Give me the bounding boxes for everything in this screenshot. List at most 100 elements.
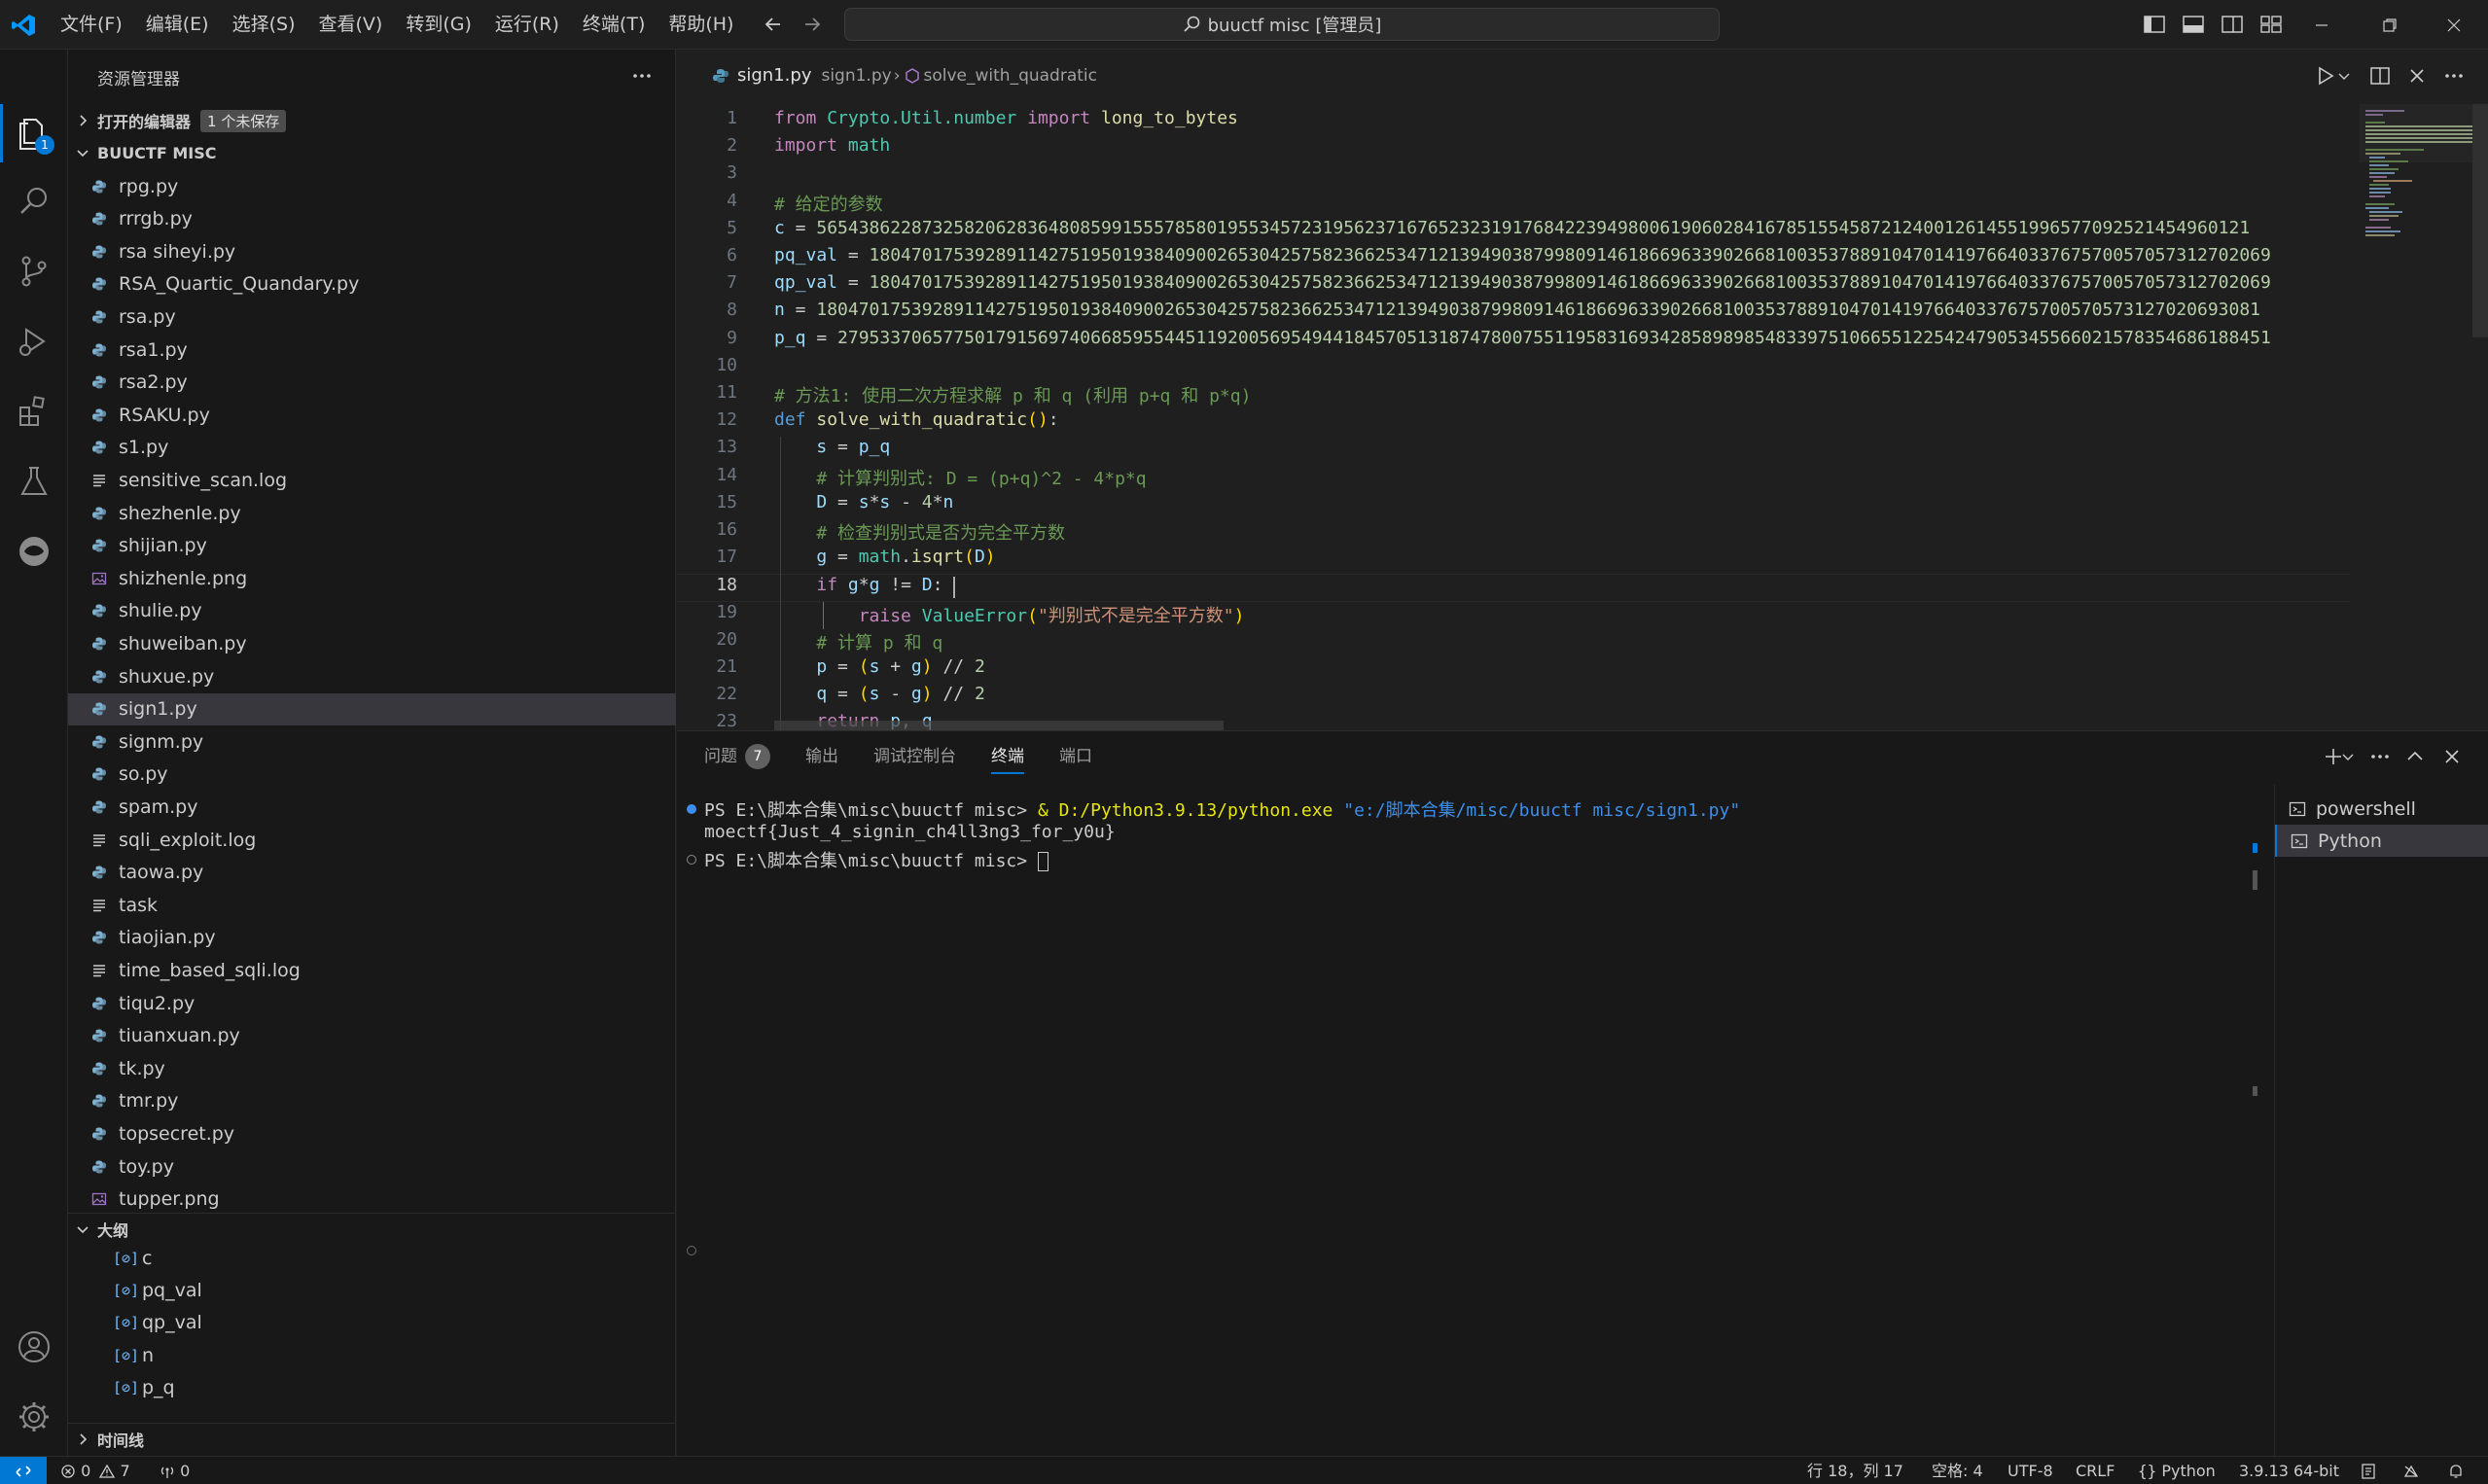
file-item[interactable]: rsa2.py (68, 367, 676, 399)
file-item[interactable]: rrrgb.py (68, 203, 676, 235)
ports-status[interactable]: 0 (160, 1457, 190, 1484)
file-item[interactable]: toy.py (68, 1150, 676, 1183)
file-item[interactable]: shulie.py (68, 595, 676, 627)
python-env-icon[interactable] (2360, 1463, 2377, 1480)
settings-gear-icon[interactable] (15, 1397, 53, 1436)
file-item[interactable]: shuxue.py (68, 660, 676, 692)
menu-item[interactable]: 运行(R) (483, 0, 571, 50)
close-panel-icon[interactable] (2439, 744, 2465, 769)
file-item[interactable]: s1.py (68, 432, 676, 464)
menu-item[interactable]: 终端(T) (571, 0, 657, 50)
toggle-panel-icon[interactable] (2181, 12, 2206, 37)
toggle-primary-sidebar-icon[interactable] (2142, 12, 2167, 37)
file-item[interactable]: topsecret.py (68, 1117, 676, 1149)
remote-indicator[interactable] (0, 1457, 47, 1484)
file-item[interactable]: shizhenle.png (68, 562, 676, 594)
extensions-icon[interactable] (15, 392, 53, 431)
file-item[interactable]: signm.py (68, 725, 676, 758)
outline-item[interactable]: [⊘] n (68, 1339, 676, 1371)
minimize-button[interactable] (2288, 0, 2356, 50)
open-editors-section[interactable]: 打开的编辑器 1 个未保存 (68, 105, 676, 136)
tab-debug-console[interactable]: 调试控制台 (873, 731, 956, 782)
split-editor-icon[interactable] (2367, 63, 2393, 88)
file-item[interactable]: so.py (68, 759, 676, 791)
terminal-dropdown-chevron-icon[interactable] (2340, 744, 2356, 769)
terminal-item-powershell[interactable]: powershell (2275, 793, 2488, 825)
more-actions-icon[interactable] (629, 63, 655, 88)
file-item[interactable]: rsa siheyi.py (68, 235, 676, 267)
outline-section[interactable]: 大纲 (68, 1213, 676, 1244)
menu-item[interactable]: 帮助(H) (657, 0, 745, 50)
outline-item[interactable]: [⊘] pq_val (68, 1274, 676, 1306)
file-item[interactable]: shijian.py (68, 530, 676, 562)
run-file-icon[interactable] (2313, 63, 2338, 88)
terminal-output[interactable]: PS E:\脚本合集\misc\buuctf misc> & D:/Python… (677, 785, 2262, 1456)
forward-arrow-icon[interactable] (800, 12, 825, 37)
panel-more-actions-icon[interactable] (2367, 744, 2393, 769)
file-item[interactable]: RSAKU.py (68, 399, 676, 431)
terminal-scrollbar[interactable] (2253, 843, 2257, 1096)
menu-item[interactable]: 选择(S) (221, 0, 307, 50)
copilot-icon[interactable] (2402, 1463, 2420, 1480)
outline-item[interactable]: [⊘] c (68, 1242, 676, 1274)
file-item[interactable]: shuweiban.py (68, 627, 676, 659)
file-item[interactable]: rsa.py (68, 300, 676, 333)
menu-item[interactable]: 转到(G) (394, 0, 483, 50)
file-item[interactable]: tiqu2.py (68, 987, 676, 1019)
breadcrumb-file[interactable]: sign1.py (821, 66, 891, 86)
file-item[interactable]: taowa.py (68, 857, 676, 889)
source-control-icon[interactable] (15, 252, 53, 291)
encoding[interactable]: UTF-8 (2008, 1457, 2053, 1484)
language-mode[interactable]: {} Python (2138, 1457, 2216, 1484)
maximize-panel-chevron-up-icon[interactable] (2402, 744, 2428, 769)
code-editor[interactable]: 1 from Crypto.Util.number import long_to_… (677, 104, 2350, 730)
search-icon[interactable] (15, 182, 53, 221)
python-interpreter[interactable]: 3.9.13 64-bit (2239, 1457, 2339, 1484)
outline-item[interactable]: [⊘] qp_val (68, 1307, 676, 1339)
file-item[interactable]: tupper.png (68, 1184, 676, 1213)
line-ending[interactable]: CRLF (2076, 1457, 2115, 1484)
outline-item[interactable]: [⊘] p_q (68, 1372, 676, 1403)
editor-more-actions-icon[interactable] (2441, 63, 2467, 88)
minimap[interactable] (2360, 104, 2488, 730)
back-arrow-icon[interactable] (761, 12, 786, 37)
testing-icon[interactable] (15, 462, 53, 501)
editor-scrollbar[interactable] (2472, 104, 2488, 337)
file-item[interactable]: sensitive_scan.log (68, 464, 676, 496)
breadcrumb-symbol[interactable]: solve_with_quadratic (924, 66, 1097, 86)
file-item[interactable]: sqli_exploit.log (68, 824, 676, 856)
file-item[interactable]: rsa1.py (68, 334, 676, 366)
menu-item[interactable]: 查看(V) (307, 0, 395, 50)
remote-explorer-icon[interactable] (15, 532, 53, 571)
file-item[interactable]: task (68, 889, 676, 921)
tab-ports[interactable]: 端口 (1059, 731, 1092, 782)
run-dropdown-chevron-icon[interactable] (2336, 63, 2352, 88)
tab-output[interactable]: 输出 (805, 731, 838, 782)
file-item[interactable]: tk.py (68, 1052, 676, 1084)
close-window-button[interactable] (2420, 0, 2488, 50)
notifications-bell-icon[interactable] (2447, 1463, 2465, 1480)
file-item[interactable]: time_based_sqli.log (68, 954, 676, 986)
timeline-section[interactable]: 时间线 (68, 1423, 676, 1454)
file-item[interactable]: shezhenle.py (68, 497, 676, 529)
file-item[interactable]: spam.py (68, 791, 676, 823)
menu-item[interactable]: 编辑(E) (134, 0, 221, 50)
command-center-search[interactable]: buuctf misc [管理员] (844, 8, 1720, 41)
horizontal-scrollbar[interactable] (774, 721, 1224, 730)
customize-layout-icon[interactable] (2258, 12, 2284, 37)
problems-status[interactable]: 0 7 (60, 1457, 130, 1484)
close-editor-icon[interactable] (2404, 63, 2430, 88)
folder-section[interactable]: BUUCTF MISC (68, 137, 676, 168)
file-item[interactable]: sign1.py (68, 692, 676, 725)
restore-button[interactable] (2356, 0, 2424, 50)
toggle-secondary-sidebar-icon[interactable] (2220, 12, 2245, 37)
indentation[interactable]: 空格: 4 (1932, 1457, 1983, 1484)
file-item[interactable]: tiuanxuan.py (68, 1020, 676, 1052)
editor-tab-label[interactable]: sign1.py (737, 65, 811, 86)
file-item[interactable]: tiaojian.py (68, 922, 676, 954)
file-item[interactable]: rpg.py (68, 178, 676, 202)
menu-item[interactable]: 文件(F) (49, 0, 134, 50)
cursor-position[interactable]: 行 18，列 17 (1807, 1457, 1903, 1484)
file-item[interactable]: RSA_Quartic_Quandary.py (68, 268, 676, 300)
tab-problems[interactable]: 问题 7 (704, 731, 770, 782)
